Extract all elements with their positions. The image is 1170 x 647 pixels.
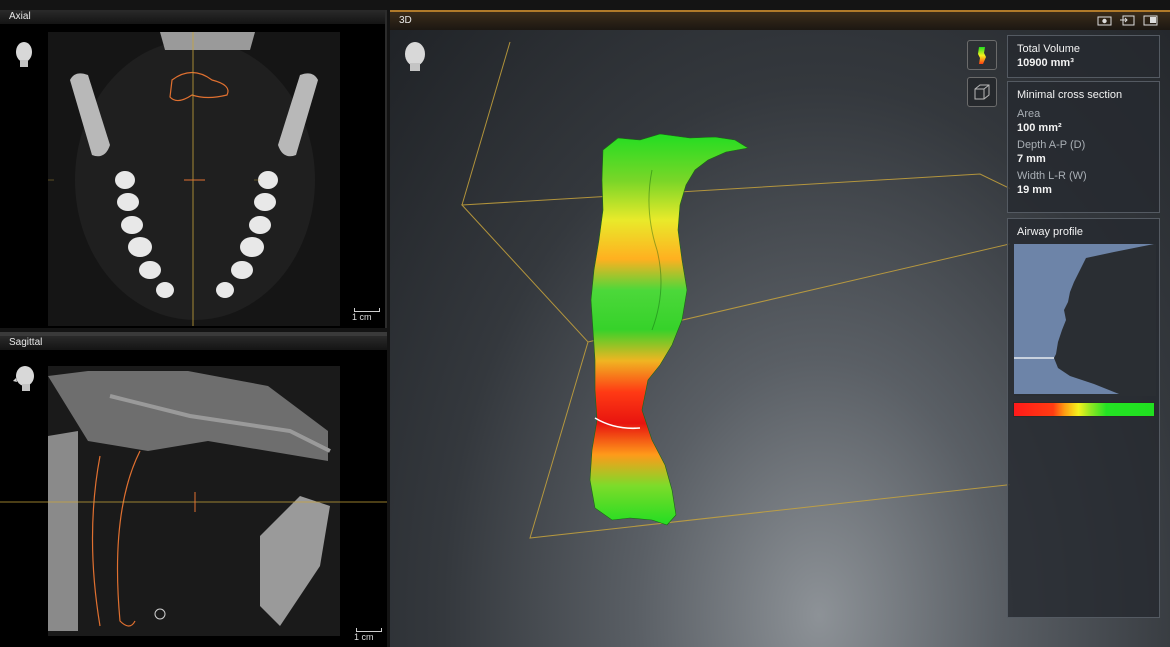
axial-scale-label: 1 cm xyxy=(352,312,372,322)
total-volume-value: 10900 mm³ xyxy=(1017,57,1074,69)
area-value: 100 mm² xyxy=(1017,122,1062,134)
3d-view[interactable]: 3D Total Volume 10900 mm³ Minimal cross … xyxy=(390,10,1170,647)
sagittal-view[interactable]: Sagittal 1 cm xyxy=(0,332,387,647)
measurement-panel: Total Volume 10900 mm³ Minimal cross sec… xyxy=(1007,35,1160,618)
minimal-cross-section-box: Minimal cross section Area 100 mm² Depth… xyxy=(1007,81,1160,213)
airway-3d-model[interactable] xyxy=(390,20,1010,647)
axial-ct-image xyxy=(48,32,340,326)
sagittal-view-title: Sagittal xyxy=(0,336,387,350)
export-icon[interactable] xyxy=(1120,13,1135,26)
airway-colormap-icon xyxy=(978,47,986,64)
cross-section-title: Minimal cross section xyxy=(1017,89,1123,101)
airway-profile-box: Airway profile xyxy=(1007,218,1160,618)
maximize-icon[interactable] xyxy=(1143,13,1158,26)
airway-color-scale xyxy=(1013,402,1155,417)
width-value: 19 mm xyxy=(1017,184,1052,196)
total-volume-label: Total Volume xyxy=(1017,43,1080,55)
bounding-box-button[interactable] xyxy=(967,77,997,107)
camera-icon[interactable] xyxy=(1097,13,1112,26)
airway-colormap-button[interactable] xyxy=(967,40,997,70)
bounding-box-icon xyxy=(974,84,990,100)
depth-label: Depth A-P (D) xyxy=(1017,139,1086,151)
airway-profile-chart[interactable] xyxy=(1014,244,1156,396)
airway-profile-title: Airway profile xyxy=(1017,226,1084,238)
axial-view[interactable]: Axial 1 cm xyxy=(0,10,387,328)
3d-view-title: 3D xyxy=(390,10,1170,30)
sagittal-ct-image xyxy=(0,366,387,636)
head-front-icon[interactable] xyxy=(13,40,35,68)
depth-value: 7 mm xyxy=(1017,153,1046,165)
3d-view-toolbar xyxy=(1097,13,1158,26)
area-label: Area xyxy=(1017,108,1041,120)
sagittal-scale-bar: 1 cm xyxy=(354,628,382,642)
head-front-icon[interactable] xyxy=(402,41,428,71)
width-label: Width L-R (W) xyxy=(1017,170,1087,182)
axial-scale-bar: 1 cm xyxy=(352,308,380,322)
head-side-icon[interactable] xyxy=(13,364,37,392)
axial-view-title: Axial xyxy=(0,10,385,24)
sagittal-scale-label: 1 cm xyxy=(354,632,374,642)
total-volume-box: Total Volume 10900 mm³ xyxy=(1007,35,1160,78)
